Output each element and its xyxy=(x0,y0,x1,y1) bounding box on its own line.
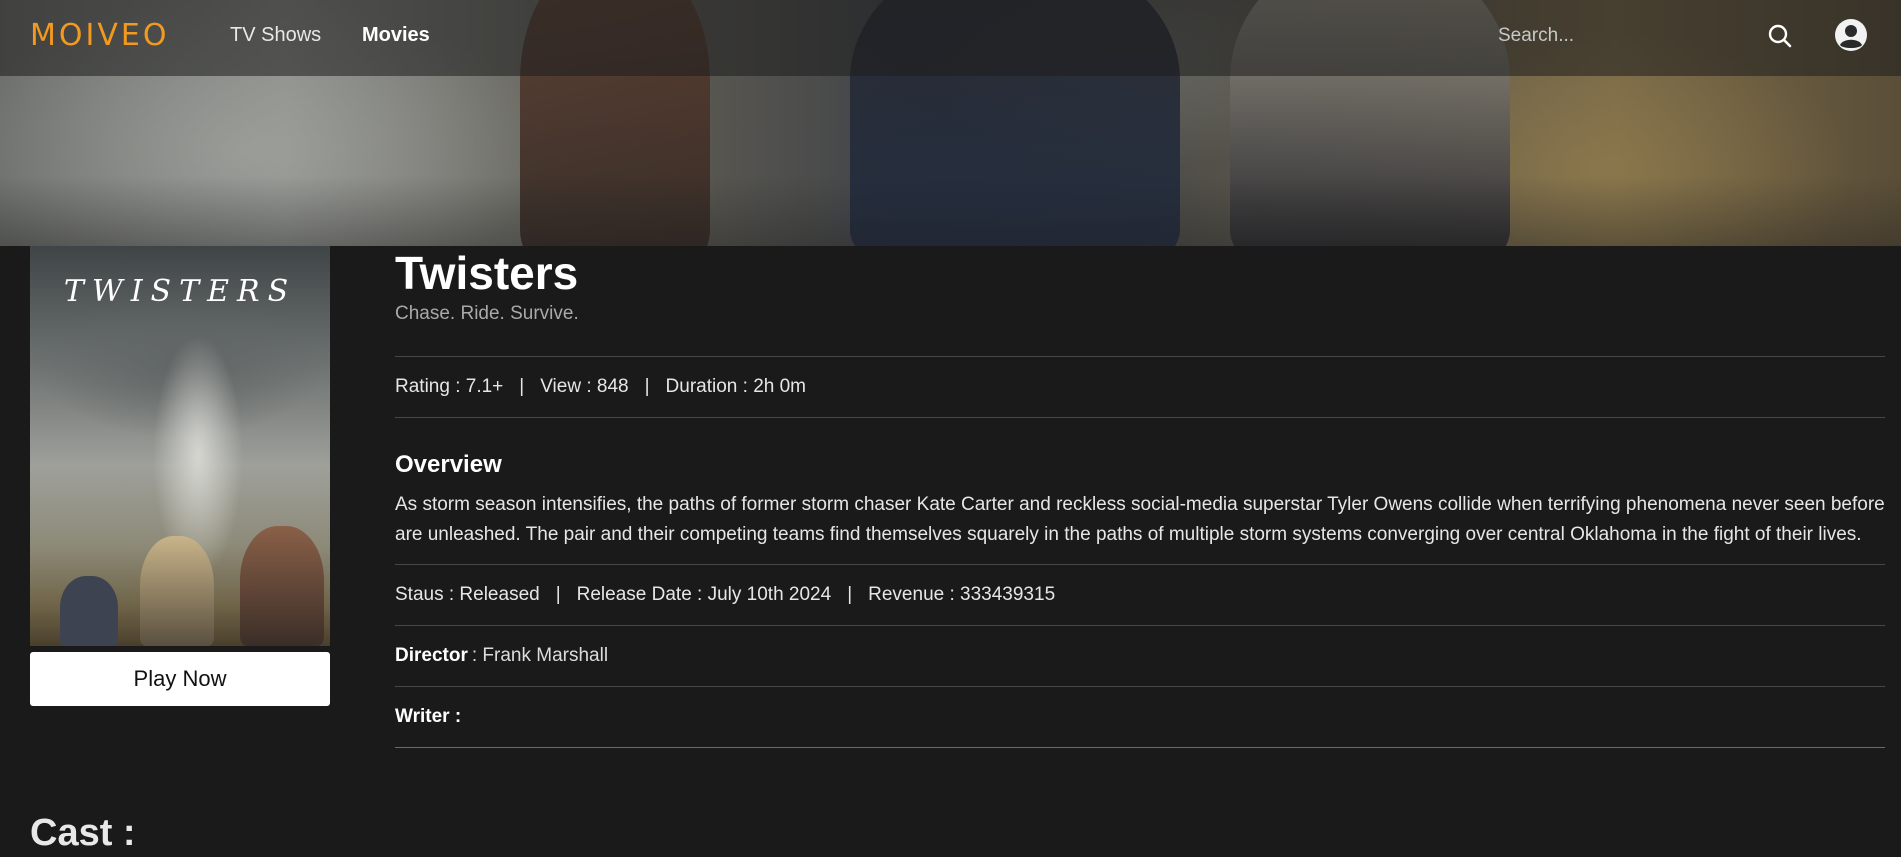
poster-title-art: TWISTERS xyxy=(63,274,297,309)
separator: | xyxy=(847,584,853,605)
search-button[interactable] xyxy=(1766,22,1794,50)
director-value: : Frank Marshall xyxy=(471,645,609,666)
divider xyxy=(395,417,1885,418)
navbar: MOIVEO TV Shows Movies xyxy=(0,0,1901,76)
duration-text: Duration : 2h 0m xyxy=(665,376,807,397)
director-row: Director : Frank Marshall xyxy=(395,626,1885,686)
overview-text: As storm season intensifies, the paths o… xyxy=(395,494,1885,545)
views-text: View : 848 xyxy=(540,376,629,397)
play-now-button[interactable]: Play Now xyxy=(30,652,330,706)
release-row: Staus : Released | Release Date : July 1… xyxy=(395,565,1885,625)
nav-link-movies[interactable]: Movies xyxy=(362,24,430,47)
writer-row: Writer : xyxy=(395,687,1885,747)
hero-fade xyxy=(0,176,1901,246)
overview-heading: Overview xyxy=(395,451,502,478)
poster-figure-right xyxy=(240,526,324,646)
search-icon xyxy=(1768,24,1792,48)
separator: | xyxy=(644,376,650,397)
logo[interactable]: MOIVEO xyxy=(30,18,169,53)
cast-heading: Cast : xyxy=(30,812,136,854)
poster-figure-left xyxy=(60,576,118,646)
revenue-text: Revenue : 333439315 xyxy=(868,584,1056,605)
movie-title: Twisters xyxy=(395,247,579,299)
movie-poster: TWISTERS xyxy=(30,246,330,646)
search-input[interactable] xyxy=(1498,18,1748,54)
separator: | xyxy=(519,376,525,397)
separator: | xyxy=(555,584,561,605)
nav-link-tv-shows[interactable]: TV Shows xyxy=(230,24,321,47)
movie-details: Twisters Chase. Ride. Survive. Rating : … xyxy=(395,246,1885,748)
movie-tagline: Chase. Ride. Survive. xyxy=(395,303,579,324)
user-avatar-icon[interactable] xyxy=(1834,18,1868,52)
writer-label: Writer : xyxy=(395,706,462,727)
divider xyxy=(395,747,1885,748)
rating-text: Rating : 7.1+ xyxy=(395,376,504,397)
status-text: Staus : Released xyxy=(395,584,540,605)
poster-figure-middle xyxy=(140,536,214,646)
release-date-text: Release Date : July 10th 2024 xyxy=(576,584,832,605)
director-label: Director xyxy=(395,645,468,666)
stats-row: Rating : 7.1+ | View : 848 | Duration : … xyxy=(395,357,1885,417)
